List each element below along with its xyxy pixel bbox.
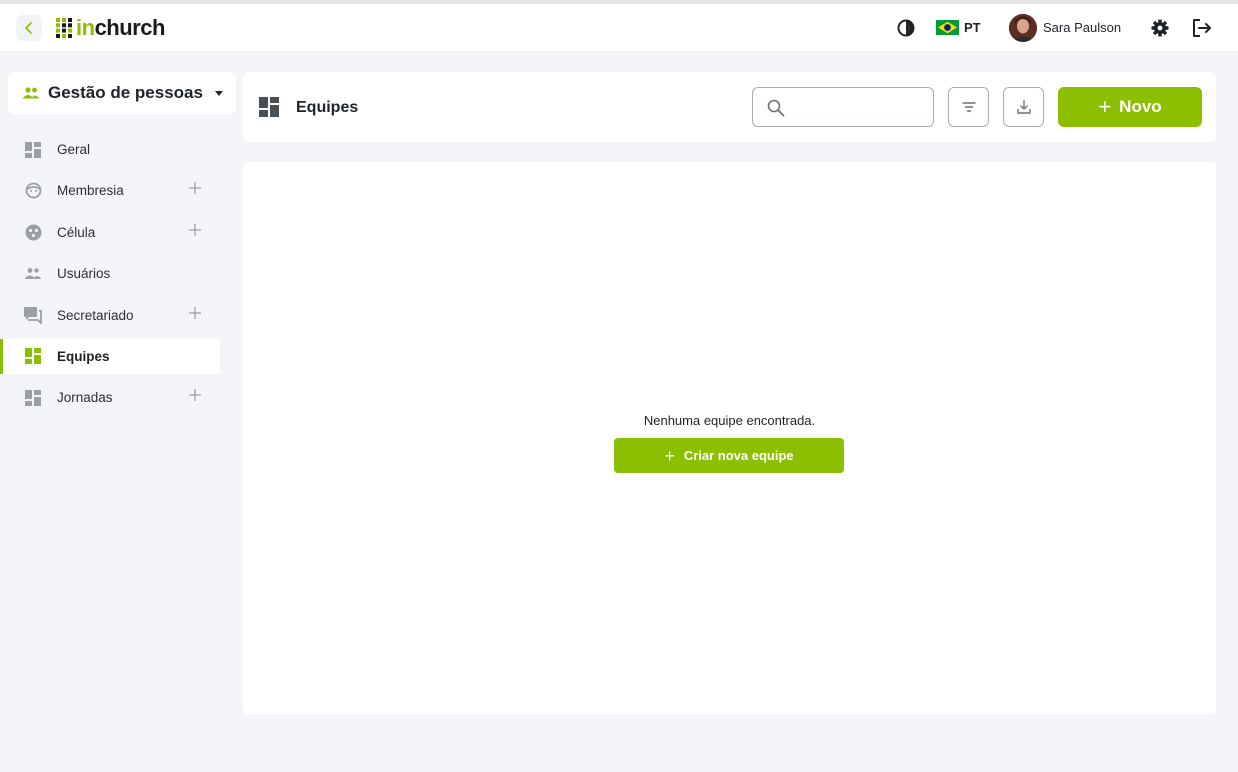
new-button[interactable]: + Novo — [1058, 87, 1202, 127]
top-bar: inchurch PT Sara Paulson — [0, 4, 1238, 52]
download-button[interactable] — [1003, 87, 1044, 127]
page-header: Equipes + Novo — [243, 72, 1216, 142]
sidebar-item-geral[interactable]: Geral — [0, 132, 220, 167]
sidebar-item-label: Célula — [57, 224, 96, 240]
sidebar-item-label: Secretariado — [57, 307, 134, 323]
sidebar-item-usuarios[interactable]: Usuários — [0, 256, 220, 291]
face-icon — [24, 182, 42, 200]
dashboard-icon — [24, 141, 42, 159]
people-icon — [22, 87, 40, 99]
sidebar-item-membresia[interactable]: Membresia — [0, 173, 220, 208]
chevron-left-icon — [25, 22, 32, 34]
avatar[interactable] — [1009, 14, 1037, 42]
inchurch-logo[interactable]: inchurch — [56, 15, 165, 41]
create-team-label: Criar nova equipe — [683, 448, 794, 463]
back-button[interactable] — [16, 15, 42, 41]
sidebar-item-label: Equipes — [57, 348, 110, 364]
filter-icon — [961, 102, 976, 112]
sidebar-nav: Geral Membresia Célula Usuários Secretar… — [0, 132, 220, 422]
caret-down-icon — [214, 90, 223, 96]
contrast-icon[interactable] — [896, 18, 916, 38]
brazil-flag-icon[interactable] — [936, 20, 959, 35]
add-membresia-icon[interactable] — [188, 181, 202, 195]
module-selector[interactable]: Gestão de pessoas — [8, 72, 236, 114]
logo-grid-icon — [56, 18, 72, 38]
content-panel: Nenhuma equipe encontrada. + Criar nova … — [243, 162, 1216, 714]
download-icon — [1016, 100, 1031, 114]
dashboard-icon — [259, 97, 279, 117]
gear-icon[interactable] — [1150, 18, 1170, 38]
plus-icon: + — [664, 445, 675, 466]
chat-icon — [24, 306, 42, 324]
create-team-button[interactable]: + Criar nova equipe — [614, 438, 844, 473]
user-avatar-icon — [1009, 14, 1037, 42]
sidebar-item-celula[interactable]: Célula — [0, 215, 220, 250]
cell-icon — [24, 223, 42, 241]
filter-button[interactable] — [948, 87, 989, 127]
sidebar-item-label: Jornadas — [57, 390, 113, 406]
add-celula-icon[interactable] — [188, 223, 202, 237]
search-icon — [767, 99, 785, 117]
sidebar-item-label: Geral — [57, 142, 91, 157]
language-selector[interactable]: PT — [964, 20, 981, 35]
empty-state-message: Nenhuma equipe encontrada. — [643, 413, 816, 428]
sidebar-item-equipes[interactable]: Equipes — [0, 338, 220, 374]
logo-wordmark: inchurch — [76, 15, 165, 40]
search-input[interactable] — [793, 96, 923, 118]
sidebar-item-secretariado[interactable]: Secretariado — [0, 298, 220, 333]
sidebar-item-label: Usuários — [57, 266, 111, 282]
page-title: Equipes — [296, 99, 359, 116]
user-name[interactable]: Sara Paulson — [1043, 20, 1121, 35]
add-jornadas-icon[interactable] — [188, 388, 202, 402]
new-button-label: Novo — [1119, 97, 1162, 116]
plus-icon: + — [1098, 94, 1112, 119]
logout-icon[interactable] — [1191, 18, 1213, 38]
users-icon — [24, 265, 42, 283]
dashboard-icon — [24, 389, 42, 407]
search-field[interactable] — [752, 87, 934, 127]
sidebar-item-label: Membresia — [57, 183, 124, 199]
dashboard-icon — [24, 347, 42, 365]
add-secretariado-icon[interactable] — [188, 306, 202, 320]
module-title: Gestão de pessoas — [48, 83, 203, 102]
sidebar-item-jornadas[interactable]: Jornadas — [0, 380, 220, 415]
